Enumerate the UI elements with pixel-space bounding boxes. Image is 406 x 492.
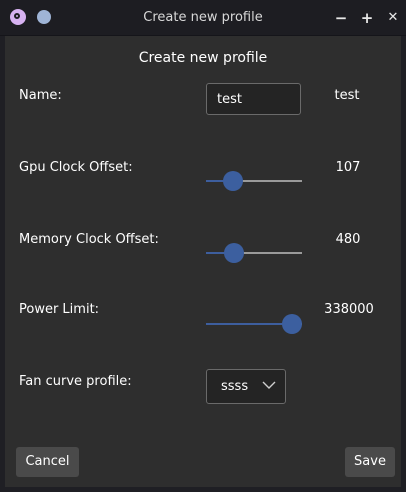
power-limit-slider[interactable] (206, 314, 303, 334)
dialog-heading: Create new profile (138, 50, 268, 66)
gpu-clock-offset-label: Gpu Clock Offset: (19, 160, 133, 175)
slider-thumb[interactable] (223, 243, 244, 263)
slider-thumb[interactable] (282, 314, 303, 334)
maximize-button[interactable]: + (356, 7, 378, 29)
fan-curve-profile-label: Fan curve profile: (19, 374, 132, 389)
name-input[interactable] (206, 83, 301, 115)
memory-clock-offset-slider[interactable] (206, 243, 302, 263)
name-label: Name: (19, 88, 62, 103)
fan-curve-profile-select[interactable]: ssss (206, 369, 286, 404)
gpu-clock-offset-slider[interactable] (206, 171, 302, 191)
memory-clock-offset-value: 480 (335, 232, 361, 247)
minimize-button[interactable]: − (330, 7, 352, 29)
close-button[interactable]: ✕ (382, 7, 404, 29)
save-button[interactable]: Save (345, 447, 395, 477)
gpu-clock-offset-value: 107 (335, 160, 361, 175)
cancel-button[interactable]: Cancel (16, 447, 79, 477)
slider-fill (206, 323, 293, 325)
memory-clock-offset-label: Memory Clock Offset: (19, 232, 159, 247)
chevron-down-icon (262, 381, 276, 389)
power-limit-value: 338000 (324, 302, 374, 317)
name-value: test (334, 88, 360, 103)
slider-thumb[interactable] (222, 171, 243, 191)
fan-curve-profile-selected: ssss (221, 379, 249, 394)
titlebar: Create new profile − + ✕ (0, 0, 406, 36)
power-limit-label: Power Limit: (19, 302, 100, 317)
dialog-content: Create new profile Name: test Gpu Clock … (5, 36, 401, 487)
window: Create new profile − + ✕ Create new prof… (0, 0, 406, 492)
